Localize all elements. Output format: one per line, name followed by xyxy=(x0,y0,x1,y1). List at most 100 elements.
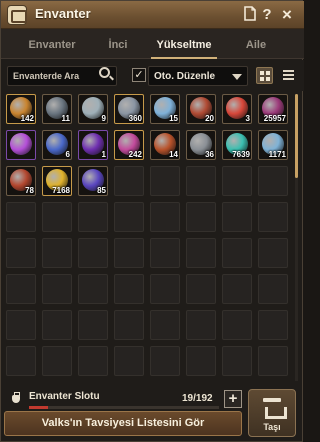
move-button[interactable]: Taşı xyxy=(248,389,296,437)
empty-slot[interactable] xyxy=(222,346,252,376)
item-count: 6 xyxy=(65,150,70,159)
scrollbar[interactable] xyxy=(295,94,298,381)
empty-slot[interactable] xyxy=(42,346,72,376)
item-slot[interactable]: 36 xyxy=(186,130,216,160)
page-icon[interactable] xyxy=(243,6,257,24)
item-slot[interactable]: 1 xyxy=(78,130,108,160)
item-slot[interactable]: 15 xyxy=(150,94,180,124)
slot-label: Envanter Slotu xyxy=(29,391,100,402)
empty-slot[interactable] xyxy=(186,166,216,196)
item-count: 15 xyxy=(169,114,178,123)
empty-slot[interactable] xyxy=(150,238,180,268)
empty-slot[interactable] xyxy=(222,310,252,340)
item-slot[interactable]: 25957 xyxy=(258,94,288,124)
close-icon[interactable]: × xyxy=(280,6,294,24)
empty-slot[interactable] xyxy=(114,310,144,340)
item-slot[interactable]: 242 xyxy=(114,130,144,160)
empty-slot[interactable] xyxy=(222,202,252,232)
empty-slot[interactable] xyxy=(114,202,144,232)
item-slot[interactable]: 9 xyxy=(78,94,108,124)
empty-slot[interactable] xyxy=(150,274,180,304)
item-count: 78 xyxy=(25,186,34,195)
empty-slot[interactable] xyxy=(258,202,288,232)
empty-slot[interactable] xyxy=(258,274,288,304)
slot-progress-fill xyxy=(29,406,48,409)
auto-sort-checkbox[interactable]: ✓ xyxy=(132,68,146,82)
item-slot[interactable]: 360 xyxy=(114,94,144,124)
sort-label: Oto. Düzenle xyxy=(154,71,216,82)
item-slot[interactable]: 7639 xyxy=(222,130,252,160)
tab-inventory[interactable]: Envanter xyxy=(15,29,89,59)
empty-slot[interactable] xyxy=(186,346,216,376)
item-count: 1171 xyxy=(268,150,286,159)
empty-slot[interactable] xyxy=(258,310,288,340)
empty-slot[interactable] xyxy=(114,346,144,376)
empty-slot[interactable] xyxy=(6,274,36,304)
item-count: 9 xyxy=(101,114,106,123)
item-slot[interactable]: 14 xyxy=(150,130,180,160)
empty-slot[interactable] xyxy=(186,310,216,340)
tab-family[interactable]: Aile xyxy=(223,29,289,59)
empty-slot[interactable] xyxy=(222,274,252,304)
empty-slot[interactable] xyxy=(258,346,288,376)
item-slot[interactable]: 11 xyxy=(42,94,72,124)
empty-slot[interactable] xyxy=(186,238,216,268)
empty-slot[interactable] xyxy=(6,238,36,268)
list-view-button[interactable] xyxy=(280,67,297,84)
sort-dropdown[interactable]: Oto. Düzenle xyxy=(148,66,248,86)
empty-slot[interactable] xyxy=(78,310,108,340)
item-slot[interactable]: 142 xyxy=(6,94,36,124)
recommendation-list-button[interactable]: Valks'ın Tavsiyesi Listesini Gör xyxy=(4,411,242,436)
slot-count: 19/192 xyxy=(182,393,213,404)
empty-slot[interactable] xyxy=(6,346,36,376)
item-count: 142 xyxy=(20,114,34,123)
empty-slot[interactable] xyxy=(114,274,144,304)
empty-slot[interactable] xyxy=(258,166,288,196)
item-slot[interactable]: 3 xyxy=(222,94,252,124)
empty-slot[interactable] xyxy=(186,274,216,304)
empty-slot[interactable] xyxy=(78,238,108,268)
item-slot[interactable]: 85 xyxy=(78,166,108,196)
item-slot[interactable]: 6 xyxy=(42,130,72,160)
empty-slot[interactable] xyxy=(186,202,216,232)
empty-slot[interactable] xyxy=(42,310,72,340)
add-slot-button[interactable]: + xyxy=(224,390,242,408)
item-slot[interactable]: 1171 xyxy=(258,130,288,160)
empty-slot[interactable] xyxy=(114,166,144,196)
empty-slot[interactable] xyxy=(258,238,288,268)
help-icon[interactable]: ? xyxy=(260,6,274,24)
empty-slot[interactable] xyxy=(42,274,72,304)
item-slot[interactable]: 20 xyxy=(186,94,216,124)
empty-slot[interactable] xyxy=(150,346,180,376)
empty-slot[interactable] xyxy=(6,310,36,340)
item-count: 3 xyxy=(245,114,250,123)
search-placeholder: Envanterde Ara xyxy=(13,71,80,81)
empty-slot[interactable] xyxy=(222,166,252,196)
tab-pearl[interactable]: İnci xyxy=(89,29,147,59)
item-count: 20 xyxy=(205,114,214,123)
empty-slot[interactable] xyxy=(6,202,36,232)
item-slot[interactable] xyxy=(6,130,36,160)
item-slot[interactable]: 7168 xyxy=(42,166,72,196)
empty-slot[interactable] xyxy=(222,238,252,268)
empty-slot[interactable] xyxy=(150,166,180,196)
bag-icon xyxy=(7,5,27,25)
empty-slot[interactable] xyxy=(114,238,144,268)
tab-upgrade[interactable]: Yükseltme xyxy=(151,29,217,59)
scroll-thumb[interactable] xyxy=(295,94,298,178)
item-slot[interactable]: 78 xyxy=(6,166,36,196)
empty-slot[interactable] xyxy=(42,238,72,268)
empty-slot[interactable] xyxy=(150,310,180,340)
empty-slot[interactable] xyxy=(78,346,108,376)
empty-slot[interactable] xyxy=(78,202,108,232)
item-count: 242 xyxy=(128,150,142,159)
empty-slot[interactable] xyxy=(42,202,72,232)
grid-view-button[interactable] xyxy=(256,67,273,84)
title-bar[interactable]: Envanter ? × xyxy=(1,1,304,29)
search-icon[interactable] xyxy=(99,67,110,78)
chevron-down-icon xyxy=(232,74,242,80)
item-icon xyxy=(10,133,32,155)
empty-slot[interactable] xyxy=(150,202,180,232)
item-count: 7639 xyxy=(232,150,250,159)
empty-slot[interactable] xyxy=(78,274,108,304)
